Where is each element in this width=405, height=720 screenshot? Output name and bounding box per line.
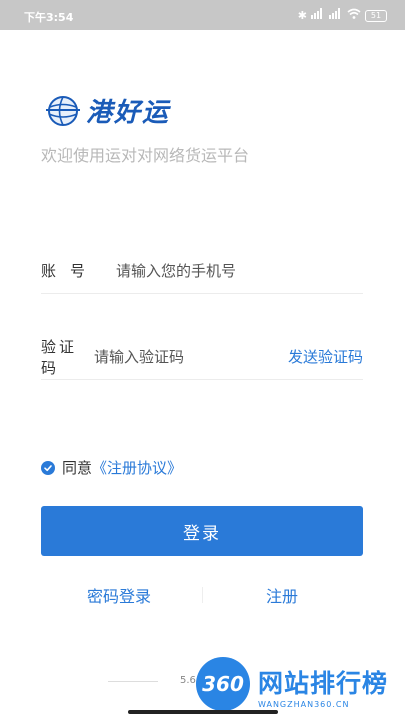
secondary-links: 密码登录 注册 — [41, 583, 363, 607]
agreement-row: 同意 《注册协议》 — [41, 457, 182, 478]
globe-logo-icon — [44, 94, 82, 128]
agreement-link[interactable]: 《注册协议》 — [92, 457, 182, 478]
version-divider — [108, 681, 158, 682]
home-indicator[interactable] — [128, 710, 278, 714]
agreement-prefix: 同意 — [62, 459, 93, 477]
account-row: 账号 — [41, 248, 363, 294]
watermark-360-logo: 360 — [196, 657, 250, 711]
signal-hd-icon — [311, 8, 325, 23]
status-icons: ✱ 51 — [298, 8, 387, 23]
watermark-title: 网站排行榜 — [258, 669, 389, 698]
watermark-subtitle: WANGZHAN360.CN — [258, 700, 350, 709]
code-label: 验证码 — [41, 337, 78, 377]
register-link[interactable]: 注册 — [266, 583, 298, 607]
tagline: 欢迎使用运对对网络货运平台 — [41, 146, 250, 165]
login-button[interactable]: 登录 — [41, 506, 363, 556]
send-code-button[interactable]: 发送验证码 — [288, 346, 363, 367]
code-input[interactable] — [93, 347, 288, 366]
checkbox-checked-icon[interactable] — [41, 460, 55, 475]
battery-icon: 51 — [365, 9, 387, 22]
login-page: 下午3:54 ✱ 51 港好运 欢迎使用运对对网络货运平台 账号 请输入您的手机… — [0, 0, 405, 720]
wifi-icon — [347, 8, 361, 23]
status-time: 下午3:54 — [24, 11, 74, 24]
link-divider — [202, 587, 203, 603]
phone-input[interactable] — [116, 261, 363, 280]
status-bar: 下午3:54 ✱ 51 — [0, 0, 405, 30]
code-row: 验证码 发送验证码 — [41, 334, 363, 380]
battery-level: 51 — [370, 10, 382, 20]
password-login-link[interactable]: 密码登录 — [87, 583, 151, 607]
account-label: 账号 — [41, 262, 100, 280]
bluetooth-icon: ✱ — [297, 8, 307, 22]
logo-name: 港好运 — [86, 98, 171, 128]
app-logo: 港好运 — [44, 92, 170, 129]
signal-icon — [329, 8, 343, 23]
watermark-circle-text: 360 — [202, 672, 244, 696]
